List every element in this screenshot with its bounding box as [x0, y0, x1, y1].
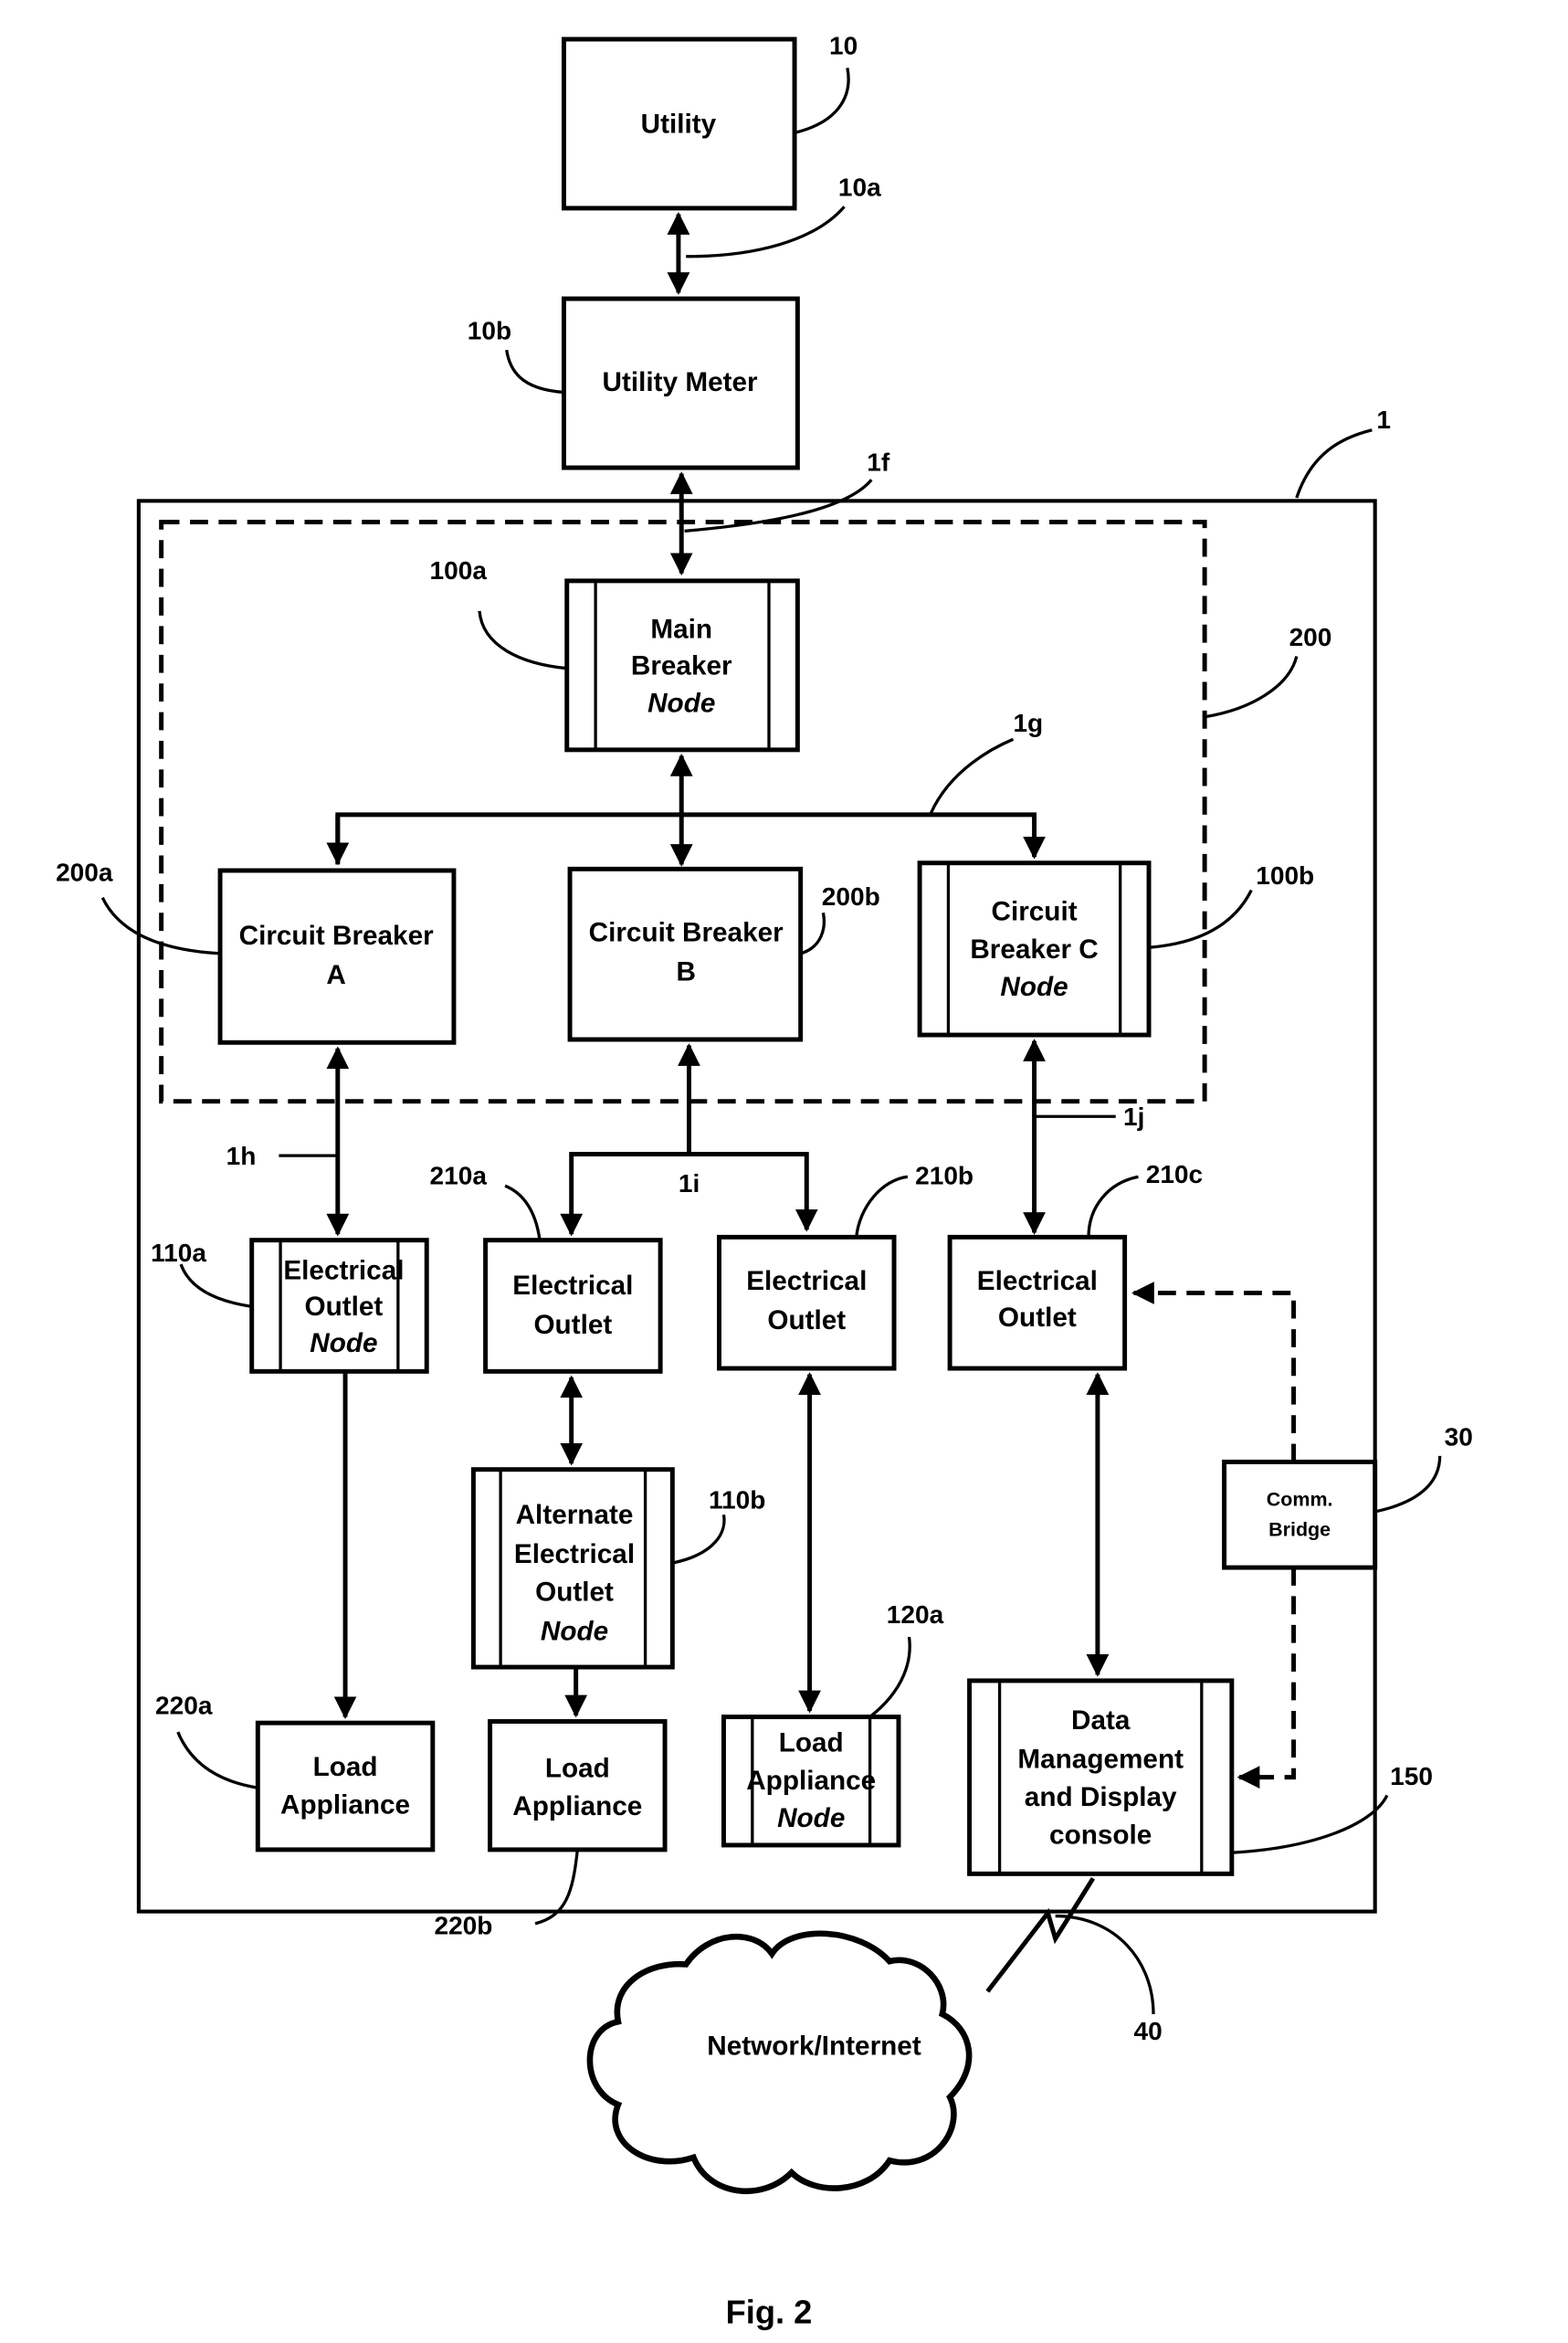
ref-1: 1: [1376, 406, 1391, 434]
ref-110a: 110a: [151, 1239, 206, 1267]
ref-10a: 10a: [838, 174, 881, 202]
ref-10: 10: [829, 31, 858, 59]
alt-outlet-line1: Alternate: [516, 1500, 634, 1530]
breaker-c-line2: Breaker C: [970, 934, 1098, 965]
outlet-node-a-line3: Node: [310, 1328, 377, 1358]
ref-220a: 220a: [155, 1691, 213, 1719]
load-appliance-node-120a: Load Appliance Node: [721, 1715, 901, 1848]
load-appliance-220a: Load Appliance: [255, 1720, 436, 1852]
alt-outlet-line3: Outlet: [535, 1577, 614, 1607]
ref-120a: 120a: [887, 1600, 944, 1629]
main-breaker-node: Main Breaker Node: [564, 578, 800, 753]
comm-bridge-line1: Comm.: [1267, 1488, 1333, 1510]
electrical-outlet-210c: Electrical Outlet: [947, 1234, 1128, 1371]
ref-10b: 10b: [468, 317, 511, 345]
breaker-a-line2: A: [326, 960, 345, 990]
comm-bridge: Comm. Bridge: [1222, 1459, 1378, 1570]
outlet-210c-line2: Outlet: [998, 1303, 1077, 1333]
circuit-breaker-a: Circuit Breaker A: [217, 868, 457, 1045]
ref-1f: 1f: [867, 448, 890, 476]
ref-210c: 210c: [1146, 1160, 1203, 1188]
ref-210b: 210b: [915, 1162, 973, 1190]
load-node-line1: Load: [779, 1728, 844, 1758]
utility-block: Utility: [561, 37, 797, 211]
ref-1i: 1i: [679, 1169, 700, 1198]
main-breaker-line1: Main: [650, 615, 712, 645]
breaker-b-line2: B: [676, 957, 695, 987]
load-220b-line2: Appliance: [512, 1791, 642, 1821]
ref-30: 30: [1445, 1422, 1473, 1451]
outlet-210b-line2: Outlet: [767, 1305, 846, 1335]
breaker-b-line1: Circuit Breaker: [589, 918, 784, 948]
outlet-node-a-line2: Outlet: [304, 1292, 383, 1322]
load-220a-line1: Load: [313, 1752, 378, 1782]
outlet-210a-line1: Electrical: [512, 1271, 633, 1301]
ref-220b: 220b: [434, 1911, 492, 1939]
ref-40: 40: [1134, 2017, 1163, 2045]
load-node-line2: Appliance: [746, 1766, 876, 1796]
alternate-electrical-outlet-node: Alternate Electrical Outlet Node: [470, 1467, 675, 1670]
load-appliance-220b: Load Appliance: [488, 1719, 668, 1852]
breaker-c-line3: Node: [1000, 972, 1068, 1002]
ref-110b: 110b: [709, 1486, 765, 1515]
outlet-210a-line2: Outlet: [533, 1310, 612, 1340]
wireless-link-40: [985, 1876, 1096, 1993]
load-220b-line1: Load: [545, 1754, 610, 1784]
ref-200b: 200b: [822, 882, 880, 911]
ref-100b: 100b: [1256, 861, 1314, 890]
ref-210a: 210a: [430, 1162, 488, 1190]
ref-100a: 100a: [430, 556, 488, 585]
electrical-outlet-node-110a: Electrical Outlet Node: [249, 1238, 429, 1374]
outlet-node-a-line1: Electrical: [283, 1256, 404, 1286]
main-breaker-line2: Breaker: [631, 650, 732, 681]
data-management-console: Data Management and Display console: [967, 1678, 1235, 1876]
console-line4: console: [1049, 1820, 1152, 1850]
breaker-c-line1: Circuit: [992, 896, 1078, 926]
outlet-210c-line1: Electrical: [977, 1266, 1098, 1296]
utility-meter-block: Utility Meter: [561, 296, 800, 470]
console-line2: Management: [1017, 1745, 1184, 1775]
utility-label: Utility: [641, 109, 717, 139]
comm-link-to-150: [1237, 1567, 1297, 1789]
electrical-outlet-210a: Electrical Outlet: [483, 1238, 663, 1374]
main-breaker-line3: Node: [647, 689, 715, 719]
load-220a-line2: Appliance: [280, 1789, 410, 1820]
circuit-breaker-c-node: Circuit Breaker C Node: [917, 860, 1152, 1038]
network-label: Network/Internet: [707, 2032, 921, 2062]
console-line1: Data: [1071, 1705, 1131, 1736]
ref-1j: 1j: [1123, 1103, 1144, 1131]
circuit-breaker-b: Circuit Breaker B: [567, 866, 804, 1042]
ref-1g: 1g: [1013, 709, 1043, 737]
load-node-line3: Node: [777, 1803, 845, 1833]
alt-outlet-line2: Electrical: [514, 1539, 635, 1569]
figure-caption: Fig. 2: [726, 2294, 813, 2331]
patent-figure: Utility 10 10a Utility Meter 10b 1 1f Ma…: [56, 31, 1473, 2331]
console-line3: and Display: [1025, 1782, 1177, 1812]
comm-bridge-line2: Bridge: [1268, 1518, 1331, 1540]
outlet-210b-line1: Electrical: [746, 1266, 867, 1296]
link-1g-bus: [335, 812, 1046, 865]
alt-outlet-line4: Node: [541, 1616, 608, 1646]
ref-200a: 200a: [56, 859, 113, 887]
breaker-a-line1: Circuit Breaker: [239, 921, 434, 951]
ref-1h: 1h: [226, 1142, 257, 1170]
utility-meter-label: Utility Meter: [603, 367, 758, 397]
electrical-outlet-210b: Electrical Outlet: [717, 1234, 897, 1371]
ref-200: 200: [1289, 623, 1332, 651]
ref-150: 150: [1390, 1762, 1433, 1790]
comm-link-to-210c: [1131, 1282, 1297, 1462]
network-cloud-icon: [586, 1930, 973, 2194]
